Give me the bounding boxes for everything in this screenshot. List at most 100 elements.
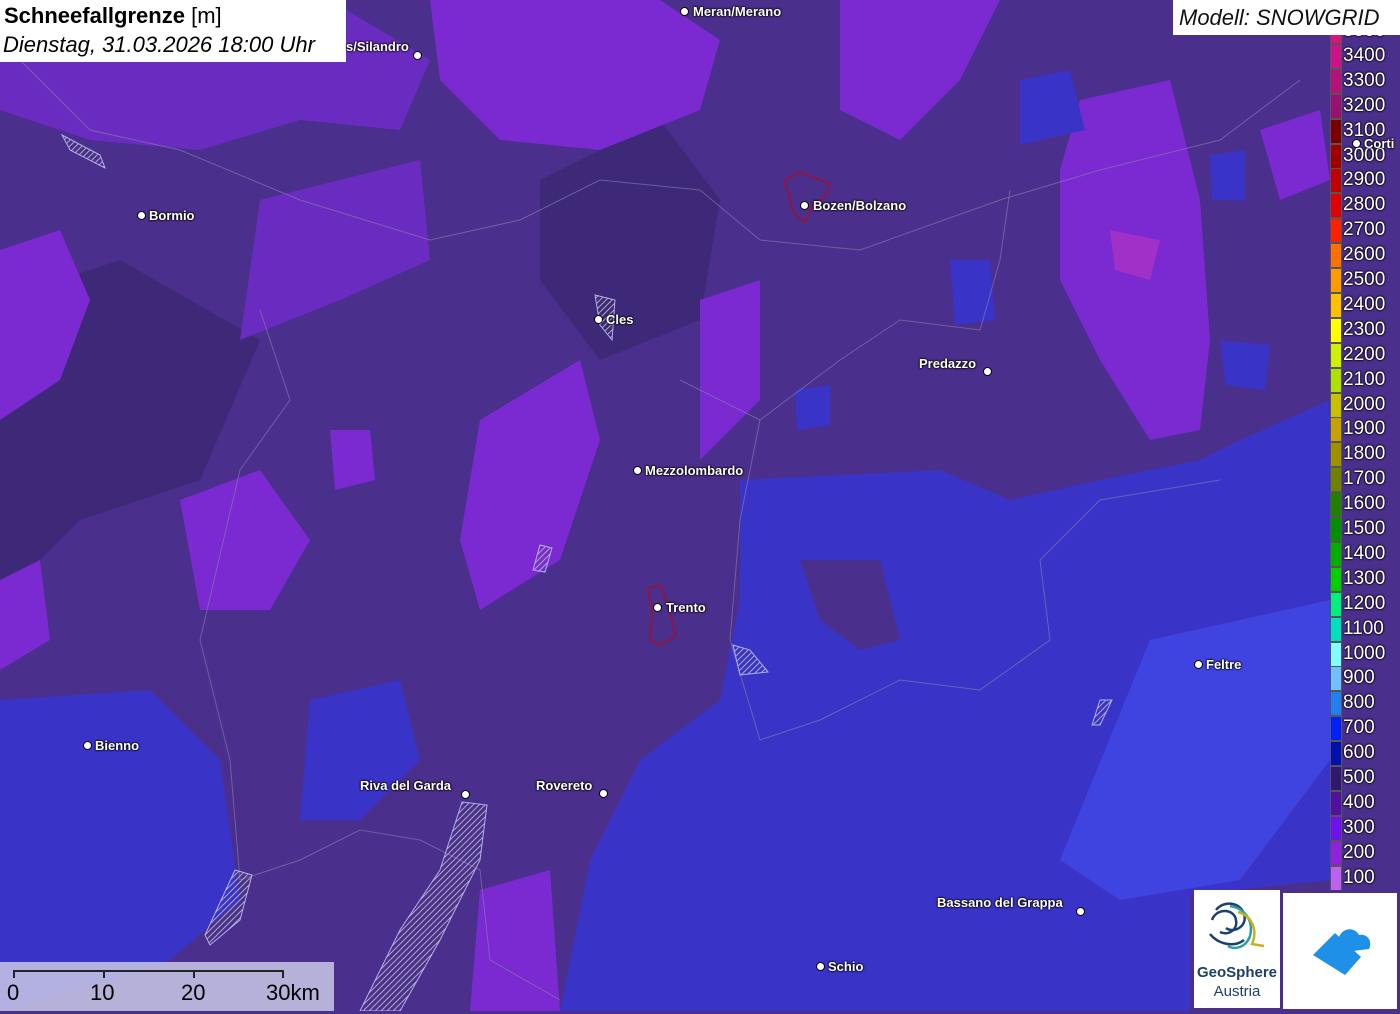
geosphere-mark-icon <box>1209 902 1265 950</box>
legend-swatch <box>1330 243 1342 269</box>
legend-swatch <box>1330 168 1342 194</box>
legend-label: 2600 <box>1343 244 1386 266</box>
city-label-trento: Trento <box>666 600 706 615</box>
city-marker-predazzo[interactable] <box>983 367 992 376</box>
legend-swatch <box>1330 118 1342 144</box>
scale-tick <box>13 970 15 978</box>
legend-swatch <box>1330 840 1342 866</box>
scale-bar: 0 10 20 30km <box>0 962 334 1011</box>
city-marker-silandro[interactable] <box>413 51 422 60</box>
city-marker-bozen[interactable] <box>800 201 809 210</box>
legend-label: 2300 <box>1343 318 1386 340</box>
legend-swatch <box>1330 93 1342 119</box>
legend-swatch <box>1330 367 1342 393</box>
legend-label: 2000 <box>1343 393 1386 415</box>
geosphere-logo[interactable]: GeoSphere Austria <box>1194 890 1280 1008</box>
city-label-riva: Riva del Garda <box>360 778 452 793</box>
city-label-feltre: Feltre <box>1206 657 1242 672</box>
legend-swatch <box>1330 43 1342 69</box>
legend-swatch <box>1330 392 1342 418</box>
legend-swatch <box>1330 317 1342 343</box>
scale-label-30km: 30km <box>266 980 320 1005</box>
legend-swatch <box>1330 193 1342 219</box>
city-marker-corti[interactable] <box>1352 139 1361 148</box>
legend-label: 1800 <box>1343 443 1386 465</box>
legend-swatch <box>1330 641 1342 667</box>
legend-label: 500 <box>1343 767 1375 788</box>
legend-swatch <box>1330 815 1342 841</box>
city-marker-bienno[interactable] <box>83 741 92 750</box>
legend-label: 1100 <box>1343 617 1384 639</box>
legend-swatch <box>1330 143 1342 169</box>
scale-label-20: 20 <box>181 980 206 1005</box>
legend-swatch <box>1330 268 1342 293</box>
legend-swatch <box>1330 417 1342 443</box>
city-marker-cles[interactable] <box>594 315 603 324</box>
legend-swatch <box>1330 716 1342 742</box>
city-marker-riva[interactable] <box>461 790 470 799</box>
city-marker-bassano[interactable] <box>1076 907 1085 916</box>
legend-swatch <box>1330 566 1342 592</box>
legend-label: 700 <box>1343 717 1375 739</box>
city-marker-meran[interactable] <box>680 7 689 16</box>
legend-label: 3500 <box>1343 35 1385 42</box>
scale-line <box>14 970 284 972</box>
legend-swatch <box>1330 442 1342 468</box>
region-violet <box>470 870 560 1011</box>
city-marker-feltre[interactable] <box>1194 660 1203 669</box>
city-label-rovereto: Rovereto <box>536 778 593 793</box>
legend-swatch <box>1330 691 1342 717</box>
legend-label: 2200 <box>1343 343 1386 365</box>
scale-tick <box>282 970 284 978</box>
geosphere-logo-text: GeoSphere <box>1196 964 1278 981</box>
mountain-cloud-icon <box>1313 929 1371 975</box>
legend-label: 3200 <box>1343 94 1386 116</box>
region-blue <box>1210 150 1245 200</box>
city-marker-rovereto[interactable] <box>599 789 608 798</box>
legend-label: 2700 <box>1343 219 1386 241</box>
title-unit: [m] <box>191 3 222 28</box>
legend-label: 900 <box>1343 667 1375 689</box>
region-blue <box>950 260 995 325</box>
legend-label: 3400 <box>1343 44 1386 66</box>
legend-label: 1400 <box>1343 542 1386 564</box>
model-label: Modell: SNOWGRID <box>1179 5 1380 30</box>
legend-swatch <box>1330 666 1342 692</box>
scale-label-10: 10 <box>90 980 115 1005</box>
city-marker-schio[interactable] <box>816 962 825 971</box>
legend-label: 1700 <box>1343 468 1386 490</box>
region-blue <box>795 385 830 430</box>
legend-swatch <box>1330 292 1342 318</box>
city-label-bassano: Bassano del Grappa <box>937 895 1063 910</box>
legend-swatch <box>1330 865 1342 890</box>
legend-label: 2800 <box>1343 194 1386 216</box>
legend-label: 1500 <box>1343 518 1386 539</box>
region-blue <box>1220 340 1270 390</box>
city-label-bormio: Bormio <box>149 208 195 223</box>
city-label-corti: Corti <box>1364 136 1395 151</box>
color-legend: 3500340033003200310030002900280027002600… <box>1326 35 1400 890</box>
legend-swatch <box>1330 541 1342 567</box>
legend-label: 1300 <box>1343 567 1386 589</box>
legend-label: 200 <box>1343 841 1375 863</box>
snowfall-map[interactable] <box>0 0 1400 1011</box>
partner-logo[interactable] <box>1283 893 1397 1009</box>
city-marker-trento[interactable] <box>653 603 662 612</box>
map-title: Schneefallgrenze [m] <box>4 3 222 29</box>
city-label-meran: Meran/Merano <box>693 4 782 19</box>
legend-label: 400 <box>1343 791 1375 813</box>
region-violet <box>330 430 375 490</box>
city-marker-mezzolombardo[interactable] <box>633 466 642 475</box>
legend-label: 600 <box>1343 742 1375 764</box>
legend-label: 300 <box>1343 816 1375 838</box>
legend-label: 3300 <box>1343 69 1386 91</box>
legend-swatch <box>1330 467 1342 493</box>
legend-label: 1200 <box>1343 592 1386 614</box>
legend-label: 1000 <box>1343 642 1386 664</box>
city-marker-bormio[interactable] <box>137 211 146 220</box>
title-text: Schneefallgrenze <box>4 3 185 28</box>
legend-swatch <box>1330 591 1342 617</box>
legend-label: 2900 <box>1343 169 1386 191</box>
legend-swatch <box>1330 741 1342 767</box>
city-label-cles: Cles <box>606 312 634 327</box>
